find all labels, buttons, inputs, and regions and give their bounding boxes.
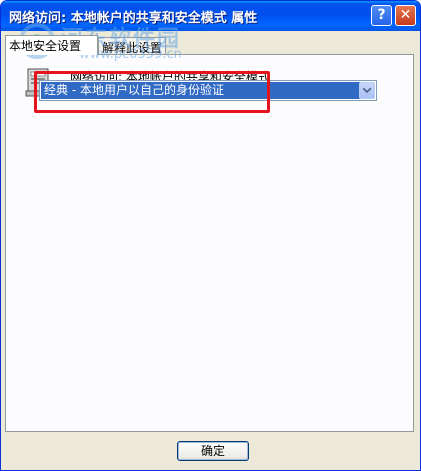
tab-local-security-setting[interactable]: 本地安全设置 (5, 35, 98, 55)
dropdown-button[interactable] (359, 82, 375, 99)
title-bar[interactable]: 网络访问: 本地帐户的共享和安全模式 属性 ? ✕ (1, 1, 420, 31)
help-button[interactable]: ? (371, 5, 392, 26)
tab-explain-setting[interactable]: 解释此设置 (98, 37, 166, 55)
chevron-down-icon (363, 88, 371, 93)
tab-label: 本地安全设置 (9, 39, 82, 53)
window-title: 网络访问: 本地帐户的共享和安全模式 属性 (9, 11, 258, 26)
close-button[interactable]: ✕ (395, 5, 416, 26)
help-icon: ? (377, 7, 386, 23)
tab-label: 解释此设置 (102, 41, 163, 55)
annotation-highlight-box (34, 71, 270, 113)
properties-dialog: 网络访问: 本地帐户的共享和安全模式 属性 ? ✕ 本地安全设置 解释此设置 网… (0, 0, 421, 471)
ok-button-label: 确定 (200, 444, 225, 458)
close-icon: ✕ (399, 7, 412, 23)
ok-button[interactable]: 确定 (177, 441, 249, 461)
